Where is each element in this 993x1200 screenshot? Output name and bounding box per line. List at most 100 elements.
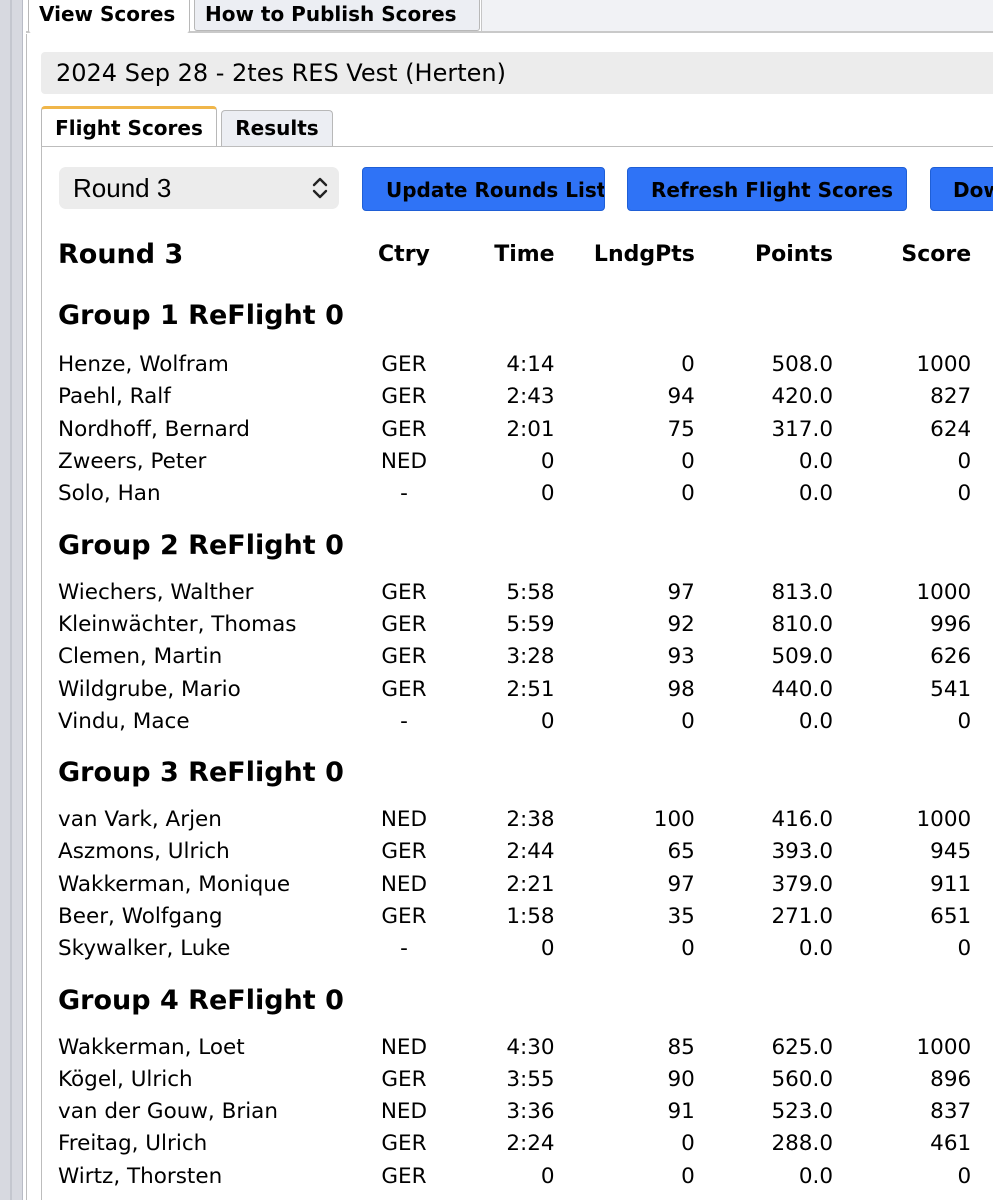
update-rounds-list-button[interactable]: Update Rounds List	[362, 167, 605, 211]
tab-view-scores[interactable]: View Scores	[28, 0, 190, 33]
table-row: Kleinwächter, Thomas GER 5:59 92 810.0 996	[58, 609, 993, 641]
pilot-time: 2:44	[506, 839, 555, 865]
col-lndgpts: LndgPts	[593, 241, 695, 267]
pilot-time: 0	[540, 708, 555, 734]
pilot-points: 560.0	[771, 1066, 834, 1092]
group-heading-row: Group 3 ReFlight 0	[58, 738, 993, 804]
pilot-landing-points: 92	[667, 611, 695, 637]
pilot-time: 3:28	[506, 644, 555, 670]
pilot-p-cell	[971, 446, 993, 478]
pilot-country: NED	[380, 1034, 428, 1060]
pilot-points: 420.0	[771, 384, 834, 410]
pilot-time: 2:51	[506, 676, 555, 702]
refresh-flight-scores-button[interactable]: Refresh Flight Scores	[627, 167, 907, 211]
pilot-country: GER	[381, 384, 427, 410]
col-ctry: Ctry	[378, 241, 430, 267]
pilot-points: 379.0	[771, 871, 834, 897]
group-title: Group 1 ReFlight 0	[58, 299, 344, 331]
pilot-p-cell	[971, 381, 993, 413]
pilot-landing-points: 100	[653, 807, 695, 833]
pilot-points: 317.0	[771, 416, 834, 442]
pilot-p-cell	[971, 414, 993, 446]
table-row: Wakkerman, Monique NED 2:21 97 379.0 911	[58, 869, 993, 901]
pilot-time: 2:24	[506, 1131, 555, 1157]
pilot-landing-points: 98	[667, 676, 695, 702]
pilot-points: 810.0	[771, 611, 834, 637]
pilot-landing-points: 0	[681, 352, 695, 378]
pilot-name: Zweers, Peter	[58, 449, 207, 475]
pilot-country: NED	[380, 871, 428, 897]
table-row: Paehl, Ralf GER 2:43 94 420.0 827	[58, 381, 993, 413]
tab-flight-scores[interactable]: Flight Scores	[41, 106, 217, 146]
tab-how-to-publish[interactable]: How to Publish Scores	[194, 0, 480, 31]
left-rail	[0, 0, 23, 1200]
col-p: P	[971, 231, 993, 277]
pilot-score: 461	[930, 1131, 972, 1157]
pilot-score: 996	[930, 611, 972, 637]
pilot-score: 0	[957, 1163, 972, 1189]
pilot-name: van der Gouw, Brian	[58, 1099, 278, 1125]
pilot-name: Wirtz, Thorsten	[58, 1163, 223, 1189]
pilot-name: Freitag, Ulrich	[58, 1131, 208, 1157]
pilot-country: GER	[381, 1163, 427, 1189]
sub-tab-bar: Flight Scores Results	[41, 106, 993, 146]
pilot-p-cell	[971, 609, 993, 641]
tab-results[interactable]: Results	[221, 110, 333, 146]
pilot-p-cell	[971, 933, 993, 965]
round-select[interactable]: Round 3	[59, 167, 339, 209]
top-tab-filler	[481, 0, 993, 31]
table-row: Wirtz, Thorsten GER 0 0 0.0 0	[58, 1161, 993, 1193]
pilot-name: Skywalker, Luke	[58, 936, 231, 962]
pilot-name: Paehl, Ralf	[58, 384, 171, 410]
pilot-name: Nordhoff, Bernard	[58, 416, 250, 442]
pilot-country: GER	[381, 579, 427, 605]
pilot-score: 945	[930, 839, 972, 865]
pilot-points: 0.0	[798, 1163, 834, 1189]
pilot-p-cell	[971, 673, 993, 705]
pilot-p-cell	[971, 804, 993, 836]
table-row: Solo, Han - 0 0 0.0 0	[58, 478, 993, 510]
pilot-landing-points: 0	[681, 449, 695, 475]
event-title: 2024 Sep 28 - 2tes RES Vest (Herten)	[41, 52, 993, 94]
download-button[interactable]: Dow	[930, 167, 993, 211]
pilot-landing-points: 93	[667, 644, 695, 670]
pilot-name: Wakkerman, Loet	[58, 1034, 245, 1060]
pilot-name: Wildgrube, Mario	[58, 676, 241, 702]
pilot-country: GER	[381, 1066, 427, 1092]
table-row: Nordhoff, Bernard GER 2:01 75 317.0 624	[58, 414, 993, 446]
pilot-points: 271.0	[771, 904, 834, 929]
pilot-score: 827	[930, 384, 972, 410]
scores-body: Group 1 ReFlight 0 Henze, Wolfram GER 4:14 0…	[58, 277, 993, 1193]
pilot-score: 1000	[916, 579, 972, 605]
pilot-time: 5:59	[506, 611, 555, 637]
table-row: Wildgrube, Mario GER 2:51 98 440.0 541	[58, 673, 993, 705]
pilot-country: -	[400, 708, 408, 734]
pilot-landing-points: 0	[681, 708, 695, 734]
pilot-score: 626	[930, 644, 972, 670]
table-row: Aszmons, Ulrich GER 2:44 65 393.0 945	[58, 836, 993, 868]
pilot-time: 5:58	[506, 579, 555, 605]
table-row: Kögel, Ulrich GER 3:55 90 560.0 896	[58, 1064, 993, 1096]
pilot-country: GER	[381, 839, 427, 865]
pilot-country: NED	[380, 1099, 428, 1125]
pilot-landing-points: 0	[681, 1163, 695, 1189]
table-row: Freitag, Ulrich GER 2:24 0 288.0 461	[58, 1128, 993, 1160]
pilot-p-cell	[971, 836, 993, 868]
table-row: Henze, Wolfram GER 4:14 0 508.0 1000	[58, 349, 993, 381]
pilot-country: GER	[381, 611, 427, 637]
pilot-name: Kleinwächter, Thomas	[58, 611, 297, 637]
round-select-value: Round 3	[73, 173, 172, 203]
pilot-p-cell	[971, 1161, 993, 1193]
pilot-time: 4:30	[506, 1034, 555, 1060]
pilot-p-cell	[971, 478, 993, 510]
pilot-name: Aszmons, Ulrich	[58, 839, 230, 865]
pilot-points: 416.0	[771, 807, 834, 833]
table-row: Skywalker, Luke - 0 0 0.0 0	[58, 933, 993, 965]
pilot-points: 625.0	[771, 1034, 834, 1060]
pilot-landing-points: 65	[667, 839, 695, 865]
pilot-landing-points: 94	[667, 384, 695, 410]
pilot-time: 0	[540, 936, 555, 962]
col-score: Score	[901, 241, 972, 267]
pilot-country: GER	[381, 1131, 427, 1157]
table-row: Wiechers, Walther GER 5:58 97 813.0 1000	[58, 576, 993, 608]
